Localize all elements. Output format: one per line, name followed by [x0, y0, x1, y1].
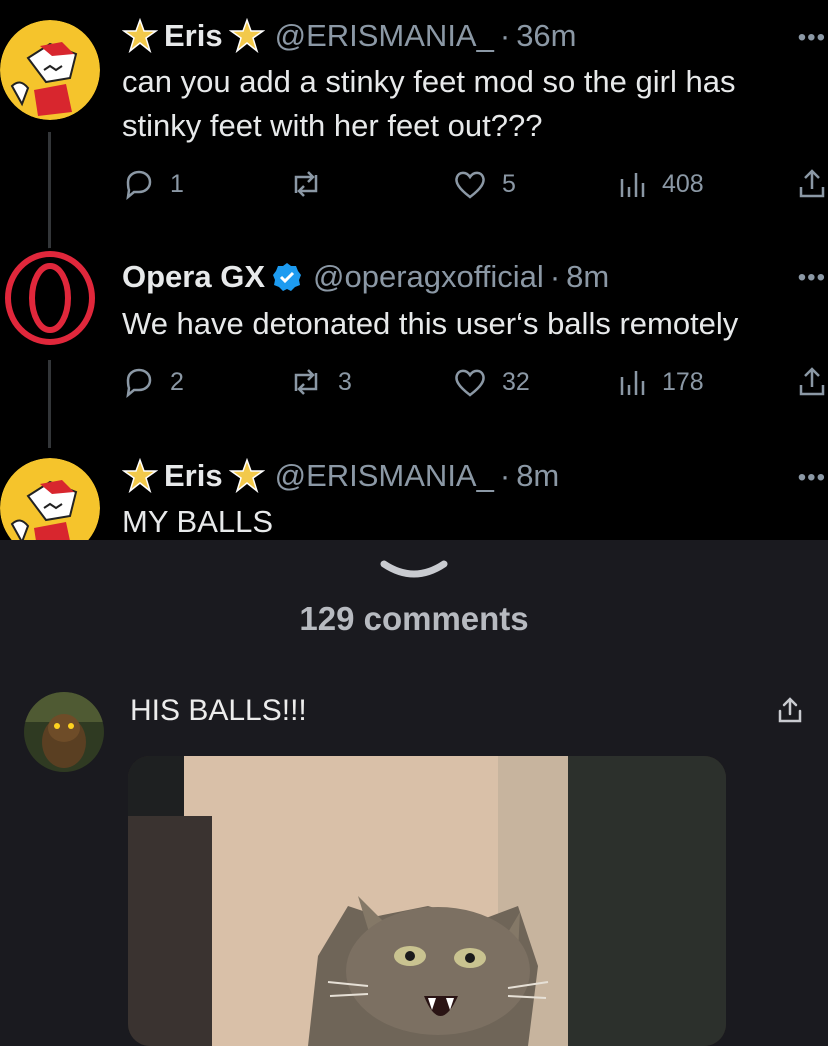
- comment-image-angry-cat[interactable]: [128, 756, 726, 1046]
- display-name[interactable]: Eris: [164, 458, 223, 494]
- more-icon[interactable]: •••: [798, 264, 826, 292]
- tweet-time: 8m: [566, 259, 610, 294]
- avatar-eris: [0, 20, 100, 120]
- like-icon: [455, 171, 485, 199]
- tweet-text: can you add a stinky feet mod so the gir…: [122, 64, 736, 143]
- tweet-header: Eris @ERISMANIA_ · 36m: [122, 16, 577, 56]
- avatar-opera-gx: [0, 248, 100, 348]
- verified-badge-icon: [273, 263, 301, 291]
- thread-line: [48, 132, 51, 252]
- like-button[interactable]: 5: [452, 164, 516, 204]
- tweet-text: MY BALLS: [122, 504, 274, 539]
- avatar-eris: [0, 458, 100, 540]
- user-handle[interactable]: @ERISMANIA_: [275, 458, 494, 494]
- commenter-avatar[interactable]: [24, 692, 104, 772]
- star-badge-icon: [122, 458, 158, 494]
- user-handle[interactable]: @ERISMANIA_: [275, 18, 494, 54]
- tweet-time: 8m: [516, 458, 560, 493]
- views-button[interactable]: 178: [618, 362, 704, 402]
- views-button[interactable]: 408: [618, 164, 704, 204]
- like-count: 32: [502, 367, 530, 396]
- share-icon: [799, 169, 825, 198]
- views-icon: [620, 371, 645, 395]
- tweet-actions: 2 3 32 178: [122, 362, 828, 402]
- tweet-time: 36m: [516, 18, 577, 53]
- views-count: 178: [662, 367, 704, 396]
- star-badge-icon: [228, 18, 265, 54]
- display-name[interactable]: Eris: [164, 18, 223, 54]
- retweet-button[interactable]: 3: [288, 362, 352, 402]
- reply-count: 1: [170, 169, 184, 198]
- views-count: 408: [662, 169, 704, 198]
- like-count: 5: [502, 169, 516, 198]
- share-button[interactable]: [796, 362, 828, 402]
- display-name[interactable]: Opera GX: [122, 259, 265, 295]
- tweet-header: Eris @ERISMANIA_ · 8m: [122, 456, 559, 496]
- tweet-screenshot: Eris @ERISMANIA_ · 36m ••• can you add a…: [0, 0, 828, 540]
- reply-icon: [126, 368, 152, 399]
- retweet-icon: [294, 171, 318, 197]
- retweet-button[interactable]: [288, 164, 338, 204]
- views-icon: [620, 173, 645, 197]
- reply-icon: [126, 170, 152, 201]
- separator-dot: ·: [499, 18, 511, 53]
- share-icon: [799, 367, 825, 396]
- retweet-count: 3: [338, 367, 352, 396]
- tweet-header: Opera GX @operagxofficial · 8m: [122, 257, 609, 297]
- reply-count: 2: [170, 367, 184, 396]
- reply-button[interactable]: 2: [122, 362, 184, 402]
- thread-line: [48, 360, 51, 448]
- retweet-icon: [294, 369, 318, 395]
- more-icon[interactable]: •••: [798, 464, 826, 492]
- share-button[interactable]: [796, 164, 828, 204]
- separator-dot: ·: [549, 259, 561, 294]
- reply-button[interactable]: 1: [122, 164, 184, 204]
- tweet-eris-2: Eris @ERISMANIA_ · 8m ••• MY BALLS: [0, 440, 828, 540]
- tweet-actions: 1 5 408: [122, 164, 828, 204]
- tweet-text: We have detonated this user‘s balls remo…: [122, 306, 739, 341]
- comments-count-title: 129 comments: [299, 600, 529, 637]
- share-icon[interactable]: [776, 696, 804, 724]
- tweet-opera-gx: Opera GX @operagxofficial · 8m ••• We ha…: [0, 240, 828, 448]
- like-icon: [455, 369, 485, 397]
- star-badge-icon: [122, 18, 158, 54]
- more-icon[interactable]: •••: [798, 24, 826, 52]
- tweet-eris-1: Eris @ERISMANIA_ · 36m ••• can you add a…: [0, 0, 828, 252]
- chevron-down-icon[interactable]: [380, 558, 448, 582]
- user-handle[interactable]: @operagxofficial: [313, 259, 544, 295]
- star-badge-icon: [228, 458, 265, 494]
- separator-dot: ·: [499, 458, 511, 493]
- like-button[interactable]: 32: [452, 362, 530, 402]
- comment-text: HIS BALLS!!!: [130, 694, 307, 727]
